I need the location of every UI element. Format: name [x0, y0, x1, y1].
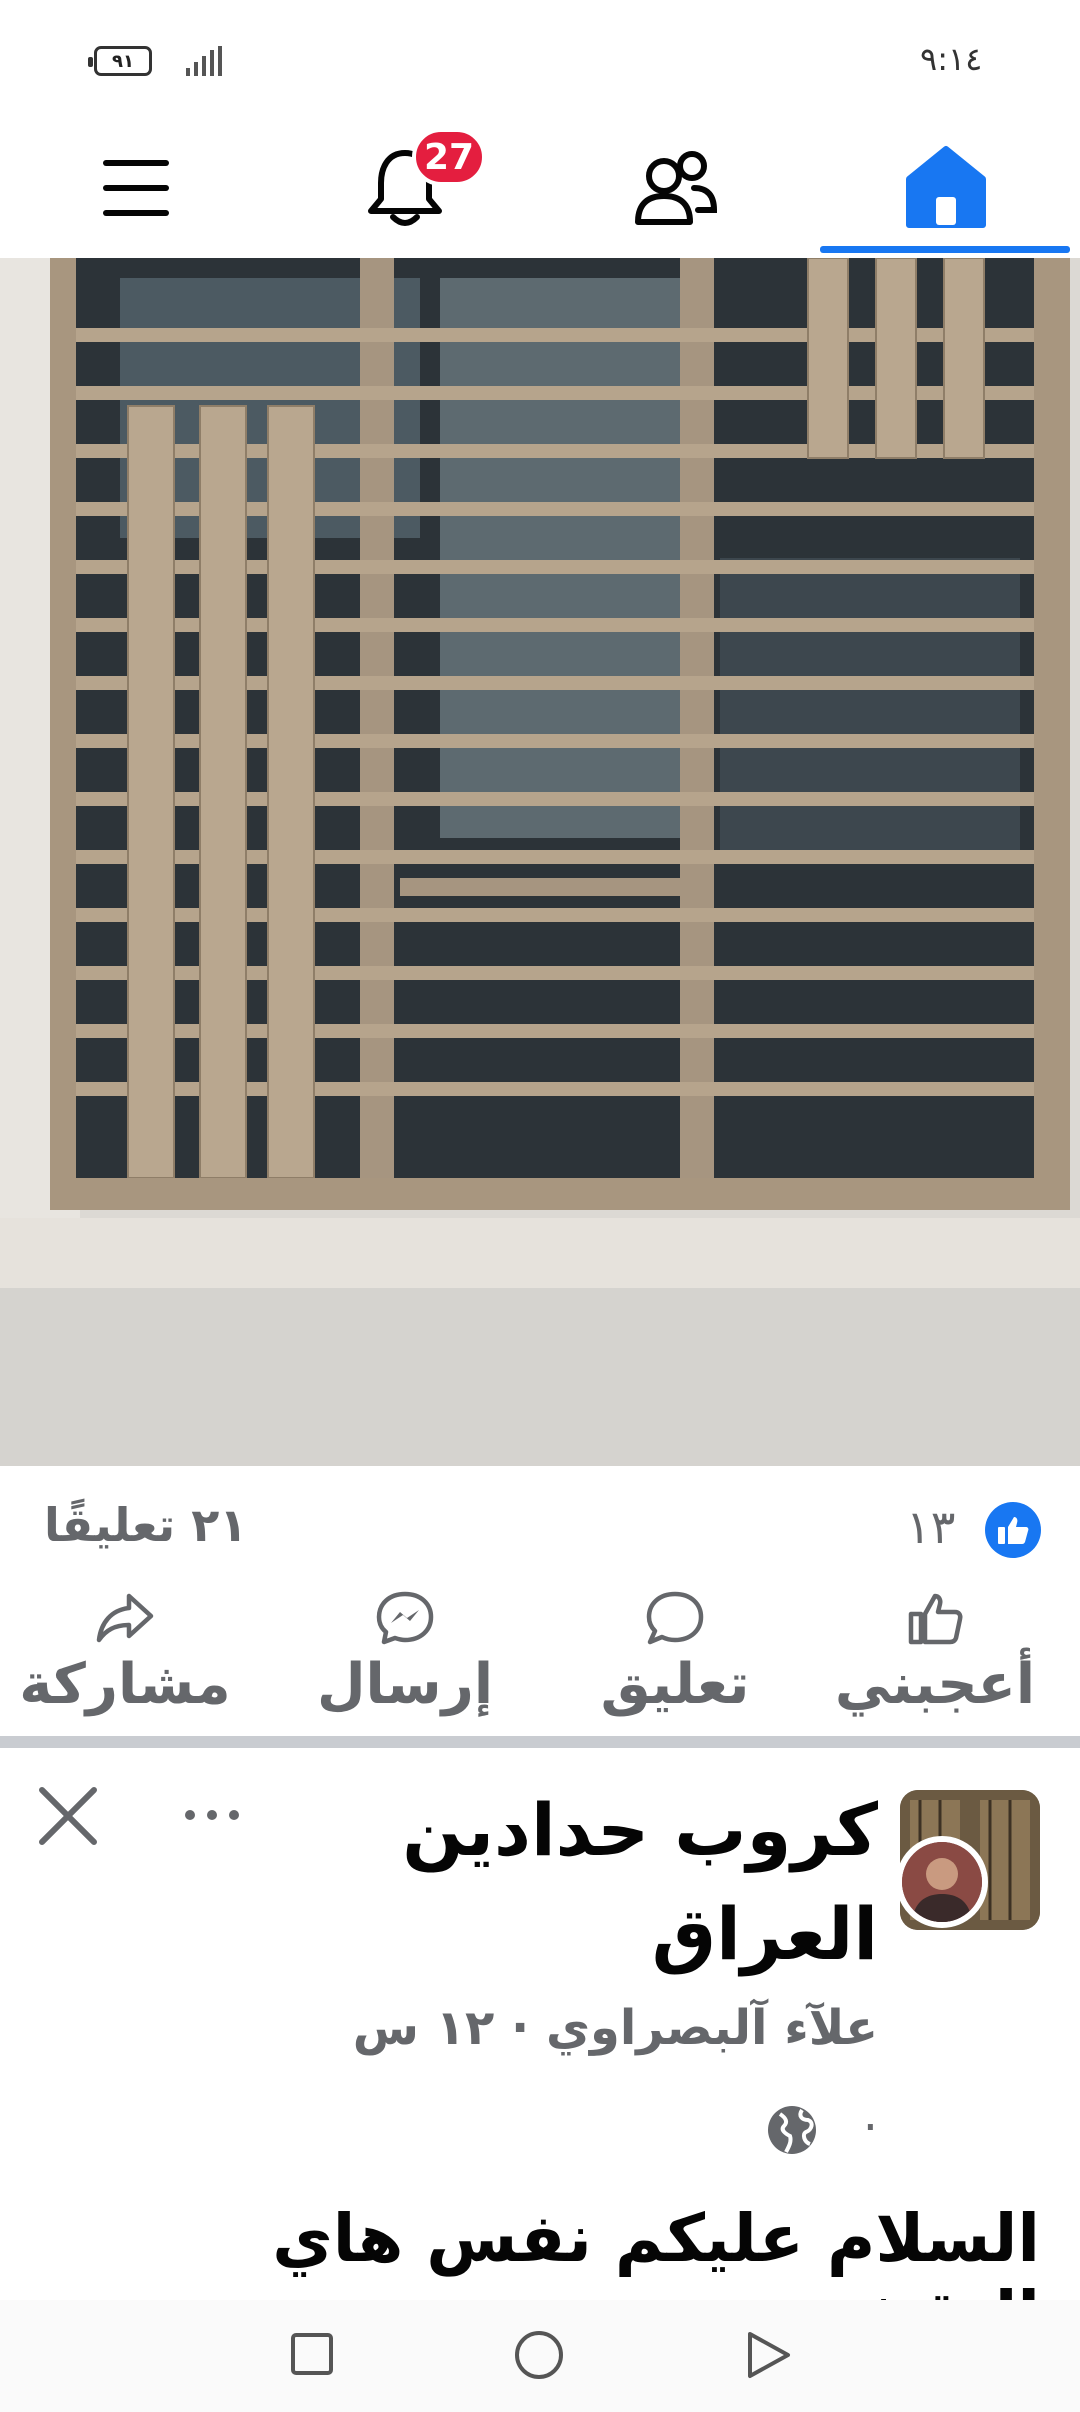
- battery-level: ٩١: [112, 50, 134, 72]
- status-bar: ٩١ ٩:١٤: [0, 0, 1080, 120]
- menu-icon[interactable]: [96, 148, 176, 228]
- comment-button[interactable]: تعليق: [560, 1590, 790, 1724]
- system-nav-bar: [0, 2300, 1080, 2412]
- comments-count[interactable]: ٢١ تعليقًا: [44, 1498, 247, 1552]
- close-icon[interactable]: [36, 1784, 100, 1848]
- like-count[interactable]: ١٣: [906, 1500, 955, 1554]
- privacy-dot: ·: [862, 2100, 878, 2156]
- friends-icon[interactable]: [630, 142, 722, 234]
- author-line[interactable]: علآء آلبصراوي · ١٢ س: [300, 2000, 878, 2056]
- user-avatar[interactable]: [896, 1836, 988, 1928]
- share-button[interactable]: مشاركة: [10, 1590, 240, 1724]
- post-image[interactable]: [0, 258, 1080, 1466]
- like-button[interactable]: أعجبني: [820, 1590, 1050, 1724]
- send-button[interactable]: إرسال: [290, 1590, 520, 1724]
- send-label: إرسال: [316, 1652, 494, 1717]
- globe-icon: [768, 2106, 816, 2154]
- top-nav-bar: [0, 120, 1080, 258]
- share-label: مشاركة: [19, 1652, 231, 1717]
- signal-icon: [186, 46, 222, 76]
- post-divider: [0, 1736, 1080, 1748]
- group-name[interactable]: كروب حدادين العراق: [330, 1778, 878, 1986]
- battery-icon: ٩١: [88, 46, 152, 76]
- back-triangle-icon[interactable]: [744, 2330, 792, 2380]
- home-icon[interactable]: [900, 140, 992, 236]
- like-reaction-icon[interactable]: [985, 1502, 1041, 1558]
- active-tab-indicator: [820, 246, 1070, 253]
- share-icon: [96, 1593, 154, 1643]
- comment-label: تعليق: [600, 1652, 750, 1717]
- thumbs-up-icon: [908, 1593, 963, 1645]
- messenger-icon: [376, 1591, 434, 1645]
- notifications-badge[interactable]: 27: [412, 128, 486, 186]
- clock: ٩:١٤: [920, 40, 983, 78]
- privacy-row: ·: [760, 2100, 878, 2160]
- more-options-icon[interactable]: [176, 1790, 248, 1840]
- like-label: أعجبني: [834, 1652, 1036, 1717]
- home-circle-icon[interactable]: [514, 2330, 564, 2380]
- window-grill-photo: [0, 258, 1080, 1466]
- comment-icon: [646, 1591, 704, 1645]
- recents-icon[interactable]: [290, 2332, 334, 2376]
